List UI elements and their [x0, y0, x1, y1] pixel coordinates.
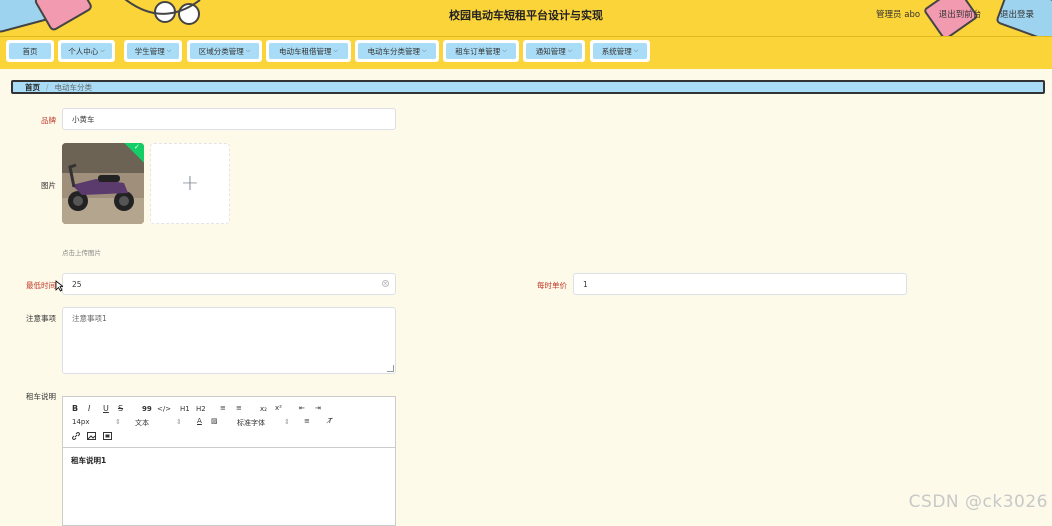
chevron-down-icon: ⌵: [100, 47, 105, 54]
upload-add-button[interactable]: +: [150, 143, 230, 224]
chevron-updown-icon: ⇕: [115, 418, 121, 426]
watermark: CSDN @ck3026: [908, 492, 1048, 512]
superscript-button[interactable]: x²: [275, 404, 282, 412]
chevron-down-icon: ⌵: [166, 47, 172, 54]
upload-hint: 点击上传图片: [62, 249, 101, 257]
image-label: 图片: [41, 181, 56, 190]
nav-item-ebike-category[interactable]: 电动车分类管理 ⌵: [355, 40, 439, 62]
nav-item-label: 电动车分类管理: [367, 46, 420, 56]
rental-desc-label: 租车说明: [26, 392, 56, 401]
bullet-list-button[interactable]: ≡: [236, 404, 242, 412]
text-type-select[interactable]: 文本: [135, 418, 149, 428]
rich-text-editor[interactable]: B I U S 99 </> H1 H2 ≡ ≡ x₂ x² ⇤ ⇥ 14px …: [62, 396, 396, 526]
chevron-updown-icon: ⇕: [284, 418, 290, 426]
chevron-down-icon: ⌵: [567, 47, 573, 54]
font-size-select[interactable]: 14px: [72, 418, 90, 426]
clear-format-icon[interactable]: T̸: [328, 417, 332, 425]
uploaded-image[interactable]: ✓: [62, 143, 144, 224]
brand-label: 品牌: [41, 116, 56, 125]
nav-item-label: 首页: [22, 46, 38, 56]
logout-link[interactable]: 退出登录: [1000, 10, 1034, 20]
code-button[interactable]: </>: [157, 405, 171, 413]
chevron-down-icon: ⌵: [333, 47, 339, 54]
underline-button[interactable]: U: [103, 404, 109, 413]
h2-button[interactable]: H2: [196, 405, 206, 413]
notes-label: 注意事项: [26, 314, 56, 323]
chevron-down-icon: ⌵: [245, 47, 251, 54]
resize-handle[interactable]: [387, 365, 394, 372]
user-label: 管理员 abo: [876, 10, 921, 20]
header-actions: 管理员 abo 退出到前台 退出登录: [860, 8, 1034, 20]
check-icon: ✓: [133, 143, 140, 152]
plus-icon: +: [180, 171, 200, 196]
align-icon[interactable]: ≡: [304, 417, 310, 425]
link-icon[interactable]: [72, 432, 80, 440]
breadcrumb-separator: /: [46, 82, 49, 92]
nav-item-label: 电动车租借管理: [278, 46, 332, 56]
nav-item-home[interactable]: 首页: [6, 40, 54, 62]
brand-value: 小黄车: [72, 114, 95, 124]
min-time-input[interactable]: 25 ×: [62, 273, 396, 295]
nav-item-label: 通知管理: [535, 46, 566, 56]
clear-icon[interactable]: ×: [382, 280, 389, 287]
editor-toolbar: B I U S 99 </> H1 H2 ≡ ≡ x₂ x² ⇤ ⇥ 14px …: [63, 397, 395, 448]
chevron-updown-icon: ⇕: [176, 418, 182, 426]
hourly-price-label: 每时单价: [537, 281, 567, 290]
nav-item-label: 学生管理: [134, 46, 165, 56]
italic-button[interactable]: I: [88, 404, 90, 413]
ebike-photo: [62, 143, 144, 224]
image-icon[interactable]: [87, 432, 96, 440]
brand-input[interactable]: 小黄车: [62, 108, 396, 130]
mouse-cursor-icon: [55, 280, 63, 292]
min-time-value: 25: [72, 279, 82, 289]
font-color-icon[interactable]: A: [197, 417, 202, 425]
indent-button[interactable]: ⇥: [315, 404, 321, 412]
strike-button[interactable]: S: [118, 404, 123, 413]
nav-item-student-mgmt[interactable]: 学生管理 ⌵: [124, 40, 182, 62]
outdent-button[interactable]: ⇤: [299, 404, 305, 412]
breadcrumb-current: 电动车分类: [54, 82, 93, 92]
h1-button[interactable]: H1: [180, 405, 190, 413]
notes-value: 注意事项1: [72, 314, 107, 323]
main-nav: 首页 个人中心 ⌵ 学生管理 ⌵ 区域分类管理 ⌵ 电动车租借管理 ⌵ 电动车分类管理 ⌵…: [0, 36, 1052, 69]
hourly-price-input[interactable]: 1: [573, 273, 907, 295]
breadcrumb-home[interactable]: 首页: [25, 82, 40, 93]
nav-item-label: 租车订单管理: [455, 46, 501, 56]
nav-item-notices[interactable]: 通知管理 ⌵: [523, 40, 585, 62]
nav-item-personal-center[interactable]: 个人中心 ⌵: [58, 40, 115, 62]
subscript-button[interactable]: x₂: [260, 405, 267, 413]
notes-textarea[interactable]: 注意事项1: [62, 307, 396, 374]
bold-button[interactable]: B: [72, 404, 78, 413]
nav-item-label: 系统管理: [601, 46, 632, 56]
nav-item-rental-orders[interactable]: 租车订单管理 ⌵: [443, 40, 519, 62]
video-icon[interactable]: [103, 432, 112, 440]
nav-item-label: 个人中心: [68, 46, 99, 56]
background-color-icon[interactable]: ▨: [211, 417, 218, 425]
front-link[interactable]: 退出到前台: [939, 10, 982, 20]
nav-item-ebike-rental[interactable]: 电动车租借管理 ⌵: [266, 40, 351, 62]
top-header: 校园电动车短租平台设计与实现 管理员 abo 退出到前台 退出登录: [0, 0, 1052, 36]
chevron-down-icon: ⌵: [421, 47, 427, 54]
editor-content[interactable]: 租车说明1: [63, 448, 395, 473]
font-family-select[interactable]: 标准字体: [237, 418, 265, 428]
chevron-down-icon: ⌵: [502, 47, 507, 54]
ordered-list-button[interactable]: ≡: [220, 404, 226, 412]
nav-item-region-category[interactable]: 区域分类管理 ⌵: [187, 40, 262, 62]
chevron-down-icon: ⌵: [633, 47, 639, 54]
nav-item-label: 区域分类管理: [198, 46, 244, 56]
quote-button[interactable]: 99: [142, 405, 152, 413]
breadcrumb: 首页 / 电动车分类: [11, 80, 1045, 94]
min-time-label: 最低时间: [26, 281, 56, 290]
hourly-price-value: 1: [583, 279, 588, 289]
nav-item-system-mgmt[interactable]: 系统管理 ⌵: [590, 40, 650, 62]
